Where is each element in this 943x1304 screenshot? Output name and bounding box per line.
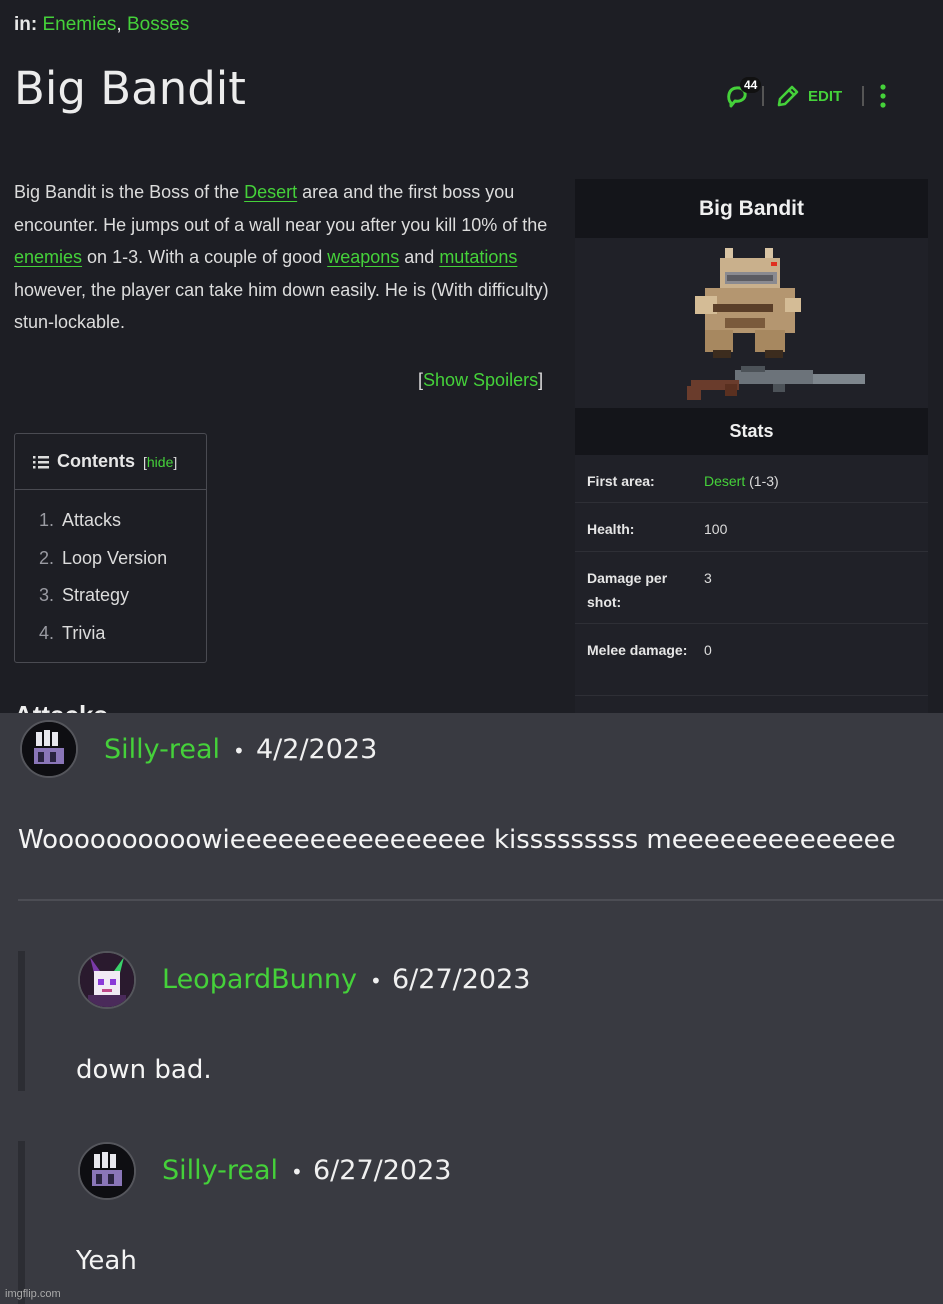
avatar-image — [80, 953, 134, 1007]
comment-author[interactable]: Silly-real — [162, 1155, 278, 1186]
section-heading-attacks: Attacks — [14, 700, 108, 713]
avatar-image — [80, 1144, 134, 1198]
big-bandit-sprite — [575, 238, 928, 408]
comment-author[interactable]: LeopardBunny — [162, 964, 357, 995]
page-title: Big Bandit — [14, 62, 246, 115]
reply-thread-line — [18, 1141, 25, 1304]
category-link-bosses[interactable]: Bosses — [127, 14, 189, 35]
comment-text: Yeah — [76, 1246, 137, 1276]
toc-header: Contents [hide] — [15, 434, 206, 490]
infobox-row-melee-damage: Melee damage: 0 — [575, 624, 928, 696]
link-desert[interactable]: Desert — [244, 182, 297, 202]
divider — [762, 86, 764, 106]
avatar[interactable] — [78, 1142, 136, 1200]
show-spoilers: [Show Spoilers] — [418, 370, 544, 390]
table-of-contents: Contents [hide] 1. Attacks 2. Loop Version… — [14, 433, 207, 663]
toc-item-attacks[interactable]: 1. Attacks — [39, 504, 206, 542]
avatar[interactable] — [20, 720, 78, 778]
toc-list: 1. Attacks 2. Loop Version 3. Strategy 4. Tr… — [15, 490, 206, 654]
infobox-link-desert[interactable]: Desert — [704, 473, 745, 489]
toc-title: Contents — [57, 451, 135, 471]
comment-separator: • — [233, 739, 245, 763]
wiki-page: in: Enemies, Bosses Big Bandit 44 EDIT B… — [0, 0, 943, 713]
toc-hide: [hide] — [143, 453, 178, 470]
category-link-enemies[interactable]: Enemies — [43, 14, 117, 35]
edit-label: EDIT — [808, 87, 843, 105]
avatar[interactable] — [78, 951, 136, 1009]
comment-divider — [18, 899, 943, 901]
bandit-sprite-image — [687, 248, 865, 400]
infobox: Big Bandit Stats First area: Desert (1-3… — [575, 179, 928, 713]
more-options-icon[interactable] — [880, 84, 886, 108]
comment-separator: • — [370, 969, 382, 993]
show-spoilers-link[interactable]: Show Spoilers — [423, 370, 538, 390]
toc-item-trivia[interactable]: 4. Trivia — [39, 617, 206, 655]
link-weapons[interactable]: weapons — [327, 247, 399, 267]
comments-section: Silly-real • 4/2/2023 Woooooooooowieeeee… — [0, 713, 943, 1304]
comments-button[interactable]: 44 — [726, 77, 762, 111]
page-actions: 44 EDIT — [726, 76, 886, 116]
toc-item-loop-version[interactable]: 2. Loop Version — [39, 542, 206, 580]
infobox-stats-header: Stats — [575, 408, 928, 455]
reply-thread-line — [18, 951, 25, 1091]
comment-text: Woooooooooowieeeeeeeeeeeeeeee kissssssss… — [18, 825, 896, 855]
comment-date: 4/2/2023 — [256, 734, 378, 765]
infobox-row-health: Health: 100 — [575, 503, 928, 552]
link-mutations[interactable]: mutations — [439, 247, 517, 267]
infobox-row-first-area: First area: Desert (1-3) — [575, 455, 928, 503]
edit-button[interactable]: EDIT — [776, 84, 842, 108]
list-icon — [33, 455, 49, 468]
pencil-icon — [777, 85, 799, 107]
intro-paragraph: Big Bandit is the Boss of the Desert are… — [14, 182, 549, 332]
link-enemies[interactable]: enemies — [14, 247, 82, 267]
comment-date: 6/27/2023 — [392, 964, 531, 995]
toc-item-strategy[interactable]: 3. Strategy — [39, 579, 206, 617]
divider — [862, 86, 865, 106]
comment-date: 6/27/2023 — [313, 1155, 452, 1186]
toc-hide-link[interactable]: hide — [147, 454, 173, 470]
comment-count-badge: 44 — [740, 77, 762, 93]
avatar-image — [22, 722, 76, 776]
comment-separator: • — [291, 1160, 303, 1184]
comment-text: down bad. — [76, 1055, 212, 1085]
infobox-row-damage-per-shot: Damage per shot: 3 — [575, 552, 928, 624]
category-breadcrumb: in: Enemies, Bosses — [14, 14, 190, 35]
comment-author[interactable]: Silly-real — [104, 734, 220, 765]
infobox-title: Big Bandit — [575, 179, 928, 238]
watermark: imgflip.com — [5, 1288, 61, 1300]
